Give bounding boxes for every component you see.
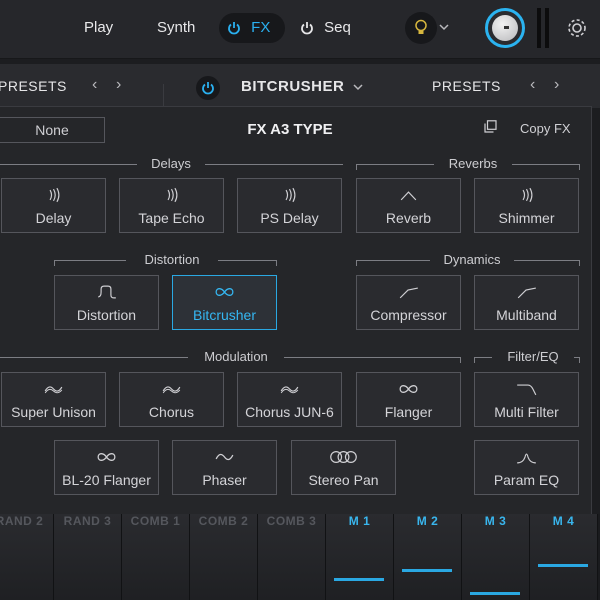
power-icon <box>228 22 240 35</box>
section-dynamics: Dynamics <box>356 252 580 267</box>
mod-level-bar <box>334 578 384 581</box>
presets-label-left[interactable]: PRESETS <box>0 78 67 94</box>
fx-chorus-jun6-button[interactable]: Chorus JUN-6 <box>237 372 342 427</box>
chevron-left-icon[interactable]: ‹ <box>92 76 97 94</box>
infinity-icon <box>97 453 116 461</box>
mod-slot-comb2[interactable]: COMB 2 <box>190 514 258 600</box>
fx-param-eq-button[interactable]: Param EQ <box>474 440 579 495</box>
section-modulation: Modulation <box>0 349 461 364</box>
mod-level-bar <box>470 592 520 595</box>
chevron-down-icon[interactable] <box>439 24 449 31</box>
mod-slot-m4[interactable]: M 4 <box>530 514 598 600</box>
fx-shimmer-button[interactable]: Shimmer <box>474 178 579 233</box>
mod-slot-m1[interactable]: M 1 <box>326 514 394 600</box>
level-meter-left <box>537 8 541 48</box>
section-distortion: Distortion <box>54 252 277 267</box>
infinity-icon <box>399 385 418 393</box>
mod-slot-comb1[interactable]: COMB 1 <box>122 514 190 600</box>
echo-waves-icon <box>522 187 533 203</box>
reverb-icon <box>400 191 417 201</box>
compressor-curve-icon <box>399 287 418 299</box>
mod-level-bar <box>538 564 588 567</box>
phaser-wave-icon <box>215 453 234 461</box>
echo-waves-icon <box>167 187 178 203</box>
chevron-right-icon[interactable]: › <box>554 76 559 94</box>
lowpass-filter-icon <box>517 384 537 396</box>
section-delays: Delays <box>0 156 343 171</box>
level-meter-right <box>545 8 549 48</box>
section-reverbs: Reverbs <box>356 156 580 171</box>
infinity-icon <box>215 288 234 296</box>
chevron-down-icon[interactable] <box>353 84 363 91</box>
fx-compressor-button[interactable]: Compressor <box>356 275 461 330</box>
mod-slot-rand2[interactable]: RAND 2 <box>0 514 54 600</box>
fx-delay-button[interactable]: Delay <box>1 178 106 233</box>
fx-multi-filter-button[interactable]: Multi Filter <box>474 372 579 427</box>
chevron-left-icon[interactable]: ‹ <box>530 76 535 94</box>
mod-slot-m3[interactable]: M 3 <box>462 514 530 600</box>
sine-wave-icon <box>280 386 299 394</box>
sine-wave-icon <box>162 386 181 394</box>
lightbulb-icon <box>415 19 427 34</box>
fx-phaser-button[interactable]: Phaser <box>172 440 277 495</box>
fx-bl20-flanger-button[interactable]: BL-20 Flanger <box>54 440 159 495</box>
master-volume-knob[interactable] <box>485 8 525 48</box>
mod-slot-comb3[interactable]: COMB 3 <box>258 514 326 600</box>
mod-slot-m2[interactable]: M 2 <box>394 514 462 600</box>
mod-slot-rand3[interactable]: RAND 3 <box>54 514 122 600</box>
lightbulb-button[interactable] <box>405 12 437 44</box>
fx-tape-echo-button[interactable]: Tape Echo <box>119 178 224 233</box>
mod-level-bar <box>402 569 452 572</box>
stereo-circles-icon <box>330 451 357 463</box>
square-wave-icon <box>98 285 116 299</box>
power-icon <box>202 82 214 95</box>
nav-fx-label: FX <box>251 19 271 36</box>
fx-distortion-button[interactable]: Distortion <box>54 275 159 330</box>
copy-icon[interactable] <box>484 120 497 133</box>
power-icon <box>301 22 313 35</box>
nav-synth[interactable]: Synth <box>157 14 195 42</box>
panel-title: FX A3 TYPE <box>247 121 333 138</box>
nav-play[interactable]: Play <box>84 14 113 42</box>
gear-icon[interactable] <box>566 17 588 39</box>
divider <box>163 84 164 106</box>
nav-fx[interactable]: FX <box>227 14 270 42</box>
fx-stereo-pan-button[interactable]: Stereo Pan <box>291 440 396 495</box>
copy-fx-button[interactable]: Copy FX <box>520 121 571 136</box>
fx-bitcrusher-button[interactable]: Bitcrusher <box>172 275 277 330</box>
nav-seq-label: Seq <box>324 19 351 36</box>
echo-waves-icon <box>285 187 296 203</box>
fx-power-button[interactable] <box>196 76 220 100</box>
echo-waves-icon <box>49 187 60 203</box>
fx-super-unison-button[interactable]: Super Unison <box>1 372 106 427</box>
fx-chorus-button[interactable]: Chorus <box>119 372 224 427</box>
fx-type-selector[interactable]: BITCRUSHER <box>241 78 344 95</box>
nav-seq[interactable]: Seq <box>300 14 351 42</box>
fx-multiband-button[interactable]: Multiband <box>474 275 579 330</box>
bell-curve-icon <box>517 453 536 464</box>
fx-flanger-button[interactable]: Flanger <box>356 372 461 427</box>
chevron-right-icon[interactable]: › <box>116 76 121 94</box>
compressor-curve-icon <box>517 287 536 299</box>
none-button[interactable]: None <box>0 117 105 143</box>
presets-label-right[interactable]: PRESETS <box>432 78 501 94</box>
section-filter-eq: Filter/EQ <box>474 349 580 364</box>
fx-reverb-button[interactable]: Reverb <box>356 178 461 233</box>
sine-wave-icon <box>44 386 63 394</box>
fx-ps-delay-button[interactable]: PS Delay <box>237 178 342 233</box>
